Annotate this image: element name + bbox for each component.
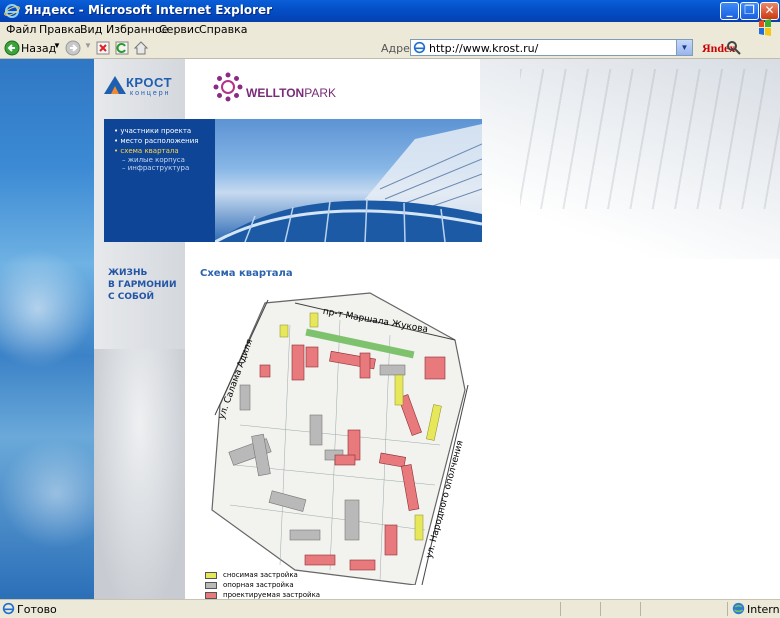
toolbar: Назад ▼ ▼ Адрес: http://www.krost.ru/ ▼ … [0,38,780,59]
legend-label: опорная застройка [223,581,294,589]
home-icon[interactable] [133,40,149,56]
nav-item-block-scheme[interactable]: • схема квартала [114,147,179,155]
krost-logo-name: КРОСТ [126,75,173,90]
page-icon [413,41,426,54]
building-background-image [480,59,780,259]
legend-label: проектируемая застройка [223,591,321,599]
status-divider [640,602,641,616]
block-scheme-map: пр-т Маршала Жукова ул. Салама Адиля ул.… [211,292,469,585]
legend-swatch-planned [205,592,217,599]
banner-photo [215,119,482,242]
status-divider [600,602,601,616]
nav-item-participants[interactable]: • участники проекта [114,127,191,135]
nav-item-location[interactable]: • место расположения [114,137,199,145]
welltonpark-logo-name: WELLTONPARK [246,86,336,100]
menu-help[interactable]: Справка [199,23,247,36]
address-url[interactable]: http://www.krost.ru/ [429,42,538,55]
water-background [0,59,94,599]
minimize-icon: _ [726,3,733,17]
welltonpark-logo-bold: WELLTON [246,86,305,100]
web-page: КРОСТ концерн WELLTONPARK • участники пр… [0,59,780,599]
ie-logo-icon [4,4,20,18]
menu-bar: Файл Правка Вид Избранное Сервис Справка [0,22,780,39]
section-nav: • участники проекта • место расположения… [104,119,215,242]
legend-item: сносимая застройка [205,571,405,580]
internet-zone-icon [732,602,745,615]
krost-logo[interactable]: КРОСТ концерн [104,73,184,101]
back-button-label[interactable]: Назад [21,42,56,55]
back-arrow-icon[interactable] [4,40,20,56]
legend-label: сносимая застройка [223,571,298,579]
page-status-icon [2,602,15,615]
legend-item: опорная застройка [205,581,405,590]
menu-view[interactable]: Вид [80,23,102,36]
minimize-button[interactable]: _ [720,2,739,20]
slogan-line-1: ЖИЗНЬ [108,268,148,278]
legend-swatch-existing [205,582,217,589]
krost-triangle-icon [104,76,126,94]
krost-logo-sub: концерн [130,90,171,97]
address-dropdown-icon[interactable]: ▼ [676,40,692,55]
slogan: ЖИЗНЬ В ГАРМОНИИ С СОБОЙ [108,267,177,303]
nav-subitem-infrastructure[interactable]: – инфраструктура [122,164,189,172]
welltonpark-logo[interactable]: WELLTONPARK [212,71,342,103]
back-dropdown-icon[interactable]: ▼ [53,41,61,50]
menu-edit[interactable]: Правка [39,23,81,36]
forward-arrow-icon[interactable] [65,40,81,56]
glass-building-illustration [215,124,482,242]
section-title: Схема квартала [200,268,293,279]
windows-logo-icon [759,19,771,36]
status-text: Готово [17,603,57,616]
address-field[interactable]: http://www.krost.ru/ ▼ [410,39,693,56]
stop-icon[interactable] [95,40,111,56]
legend-swatch-demolished [205,572,217,579]
status-bar: Готово Internet [0,599,780,618]
close-icon: ✕ [764,3,775,17]
welltonpark-logo-rest: PARK [304,86,337,100]
legend-item: проектируемая застройка [205,591,405,599]
slogan-line-2: В ГАРМОНИИ [108,280,177,290]
status-divider [727,602,728,616]
nav-subitem-residential[interactable]: – жилые корпуса [122,156,185,164]
title-bar: Яндекс - Microsoft Internet Explorer _ ❐… [0,0,780,22]
menu-file[interactable]: Файл [6,23,36,36]
forward-dropdown-icon[interactable]: ▼ [84,41,92,50]
restore-icon: ❐ [744,3,755,17]
menu-tools[interactable]: Сервис [159,23,200,36]
status-divider [560,602,561,616]
refresh-icon[interactable] [114,40,130,56]
welltonpark-emblem-icon [213,72,243,102]
security-zone-label: Internet [747,603,780,616]
search-icon[interactable] [726,40,742,56]
window-title: Яндекс - Microsoft Internet Explorer [24,3,273,17]
slogan-line-3: С СОБОЙ [108,292,155,302]
